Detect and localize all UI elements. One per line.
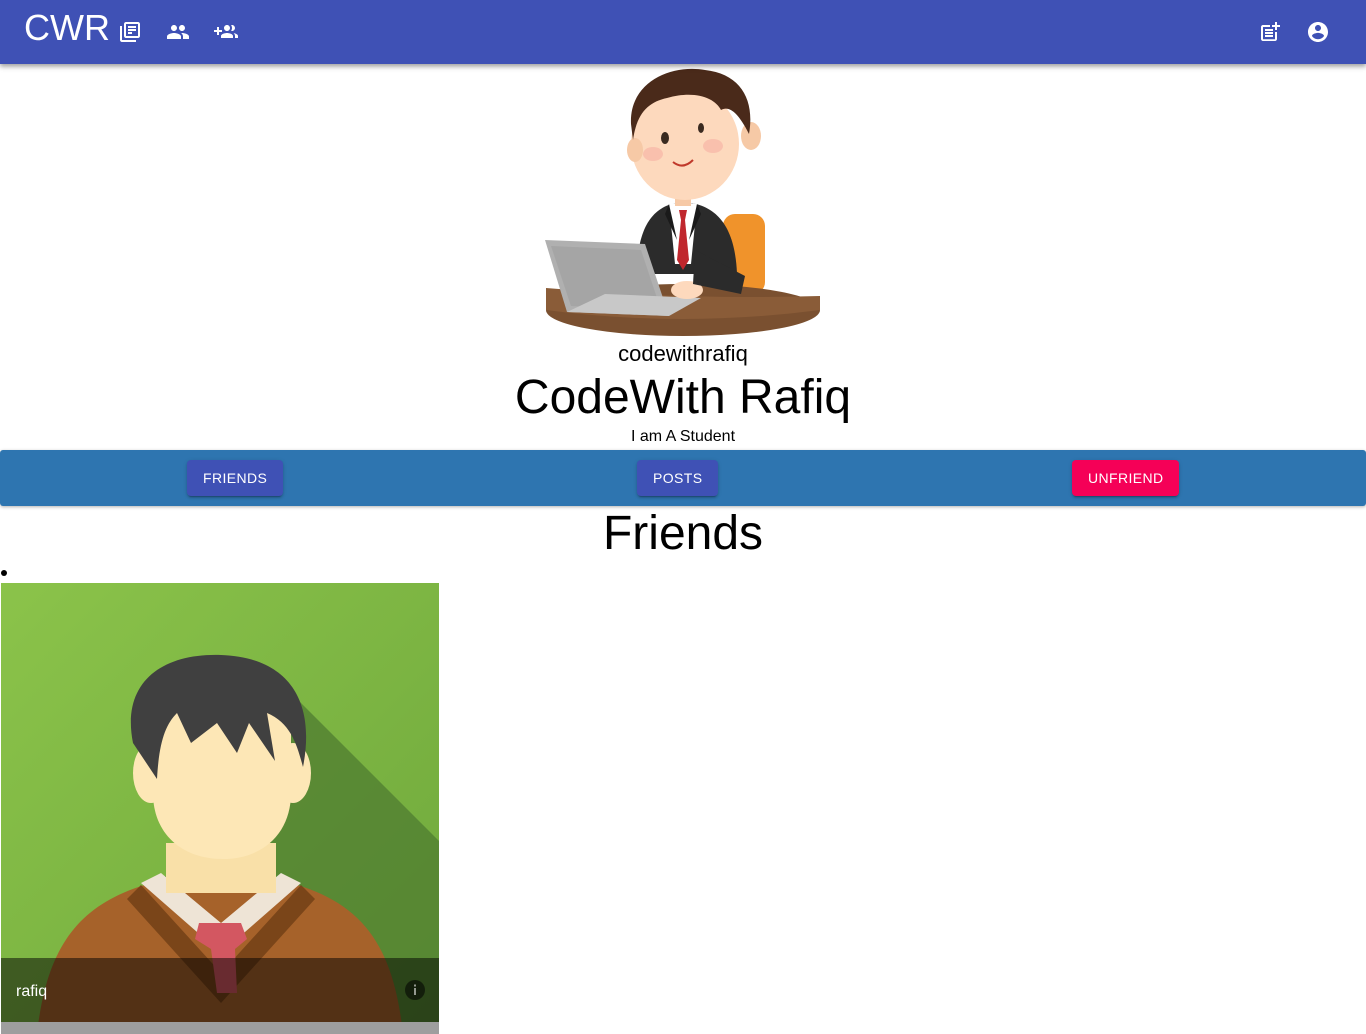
people-icon[interactable] bbox=[158, 12, 198, 52]
friend-tile[interactable]: rafiq bbox=[1, 583, 439, 1034]
friend-tile-divider bbox=[1, 1022, 439, 1034]
profile-full-name: CodeWith Rafiq bbox=[514, 371, 852, 424]
friends-button[interactable]: FRIENDS bbox=[187, 460, 283, 496]
app-bar: CWR bbox=[0, 0, 1366, 64]
profile-avatar bbox=[545, 68, 820, 336]
friend-tile-bar: rafiq bbox=[1, 958, 439, 1022]
collections-icon[interactable] bbox=[110, 12, 150, 52]
posts-button[interactable]: POSTS bbox=[637, 460, 718, 496]
unfriend-button[interactable]: UNFRIEND bbox=[1072, 460, 1179, 496]
profile-bio: I am A Student bbox=[630, 428, 736, 445]
account-circle-icon[interactable] bbox=[1298, 12, 1338, 52]
friend-name: rafiq bbox=[16, 983, 48, 1000]
brand-logo-text[interactable]: CWR bbox=[24, 6, 110, 50]
post-add-icon[interactable] bbox=[1250, 12, 1290, 52]
profile-username: codewithrafiq bbox=[618, 341, 748, 366]
group-add-icon[interactable] bbox=[206, 12, 246, 52]
info-icon[interactable] bbox=[403, 978, 427, 1002]
profile-action-bar: FRIENDS POSTS UNFRIEND bbox=[0, 450, 1366, 506]
list-bullet bbox=[1, 570, 7, 576]
friends-section-title: Friends bbox=[602, 507, 764, 560]
